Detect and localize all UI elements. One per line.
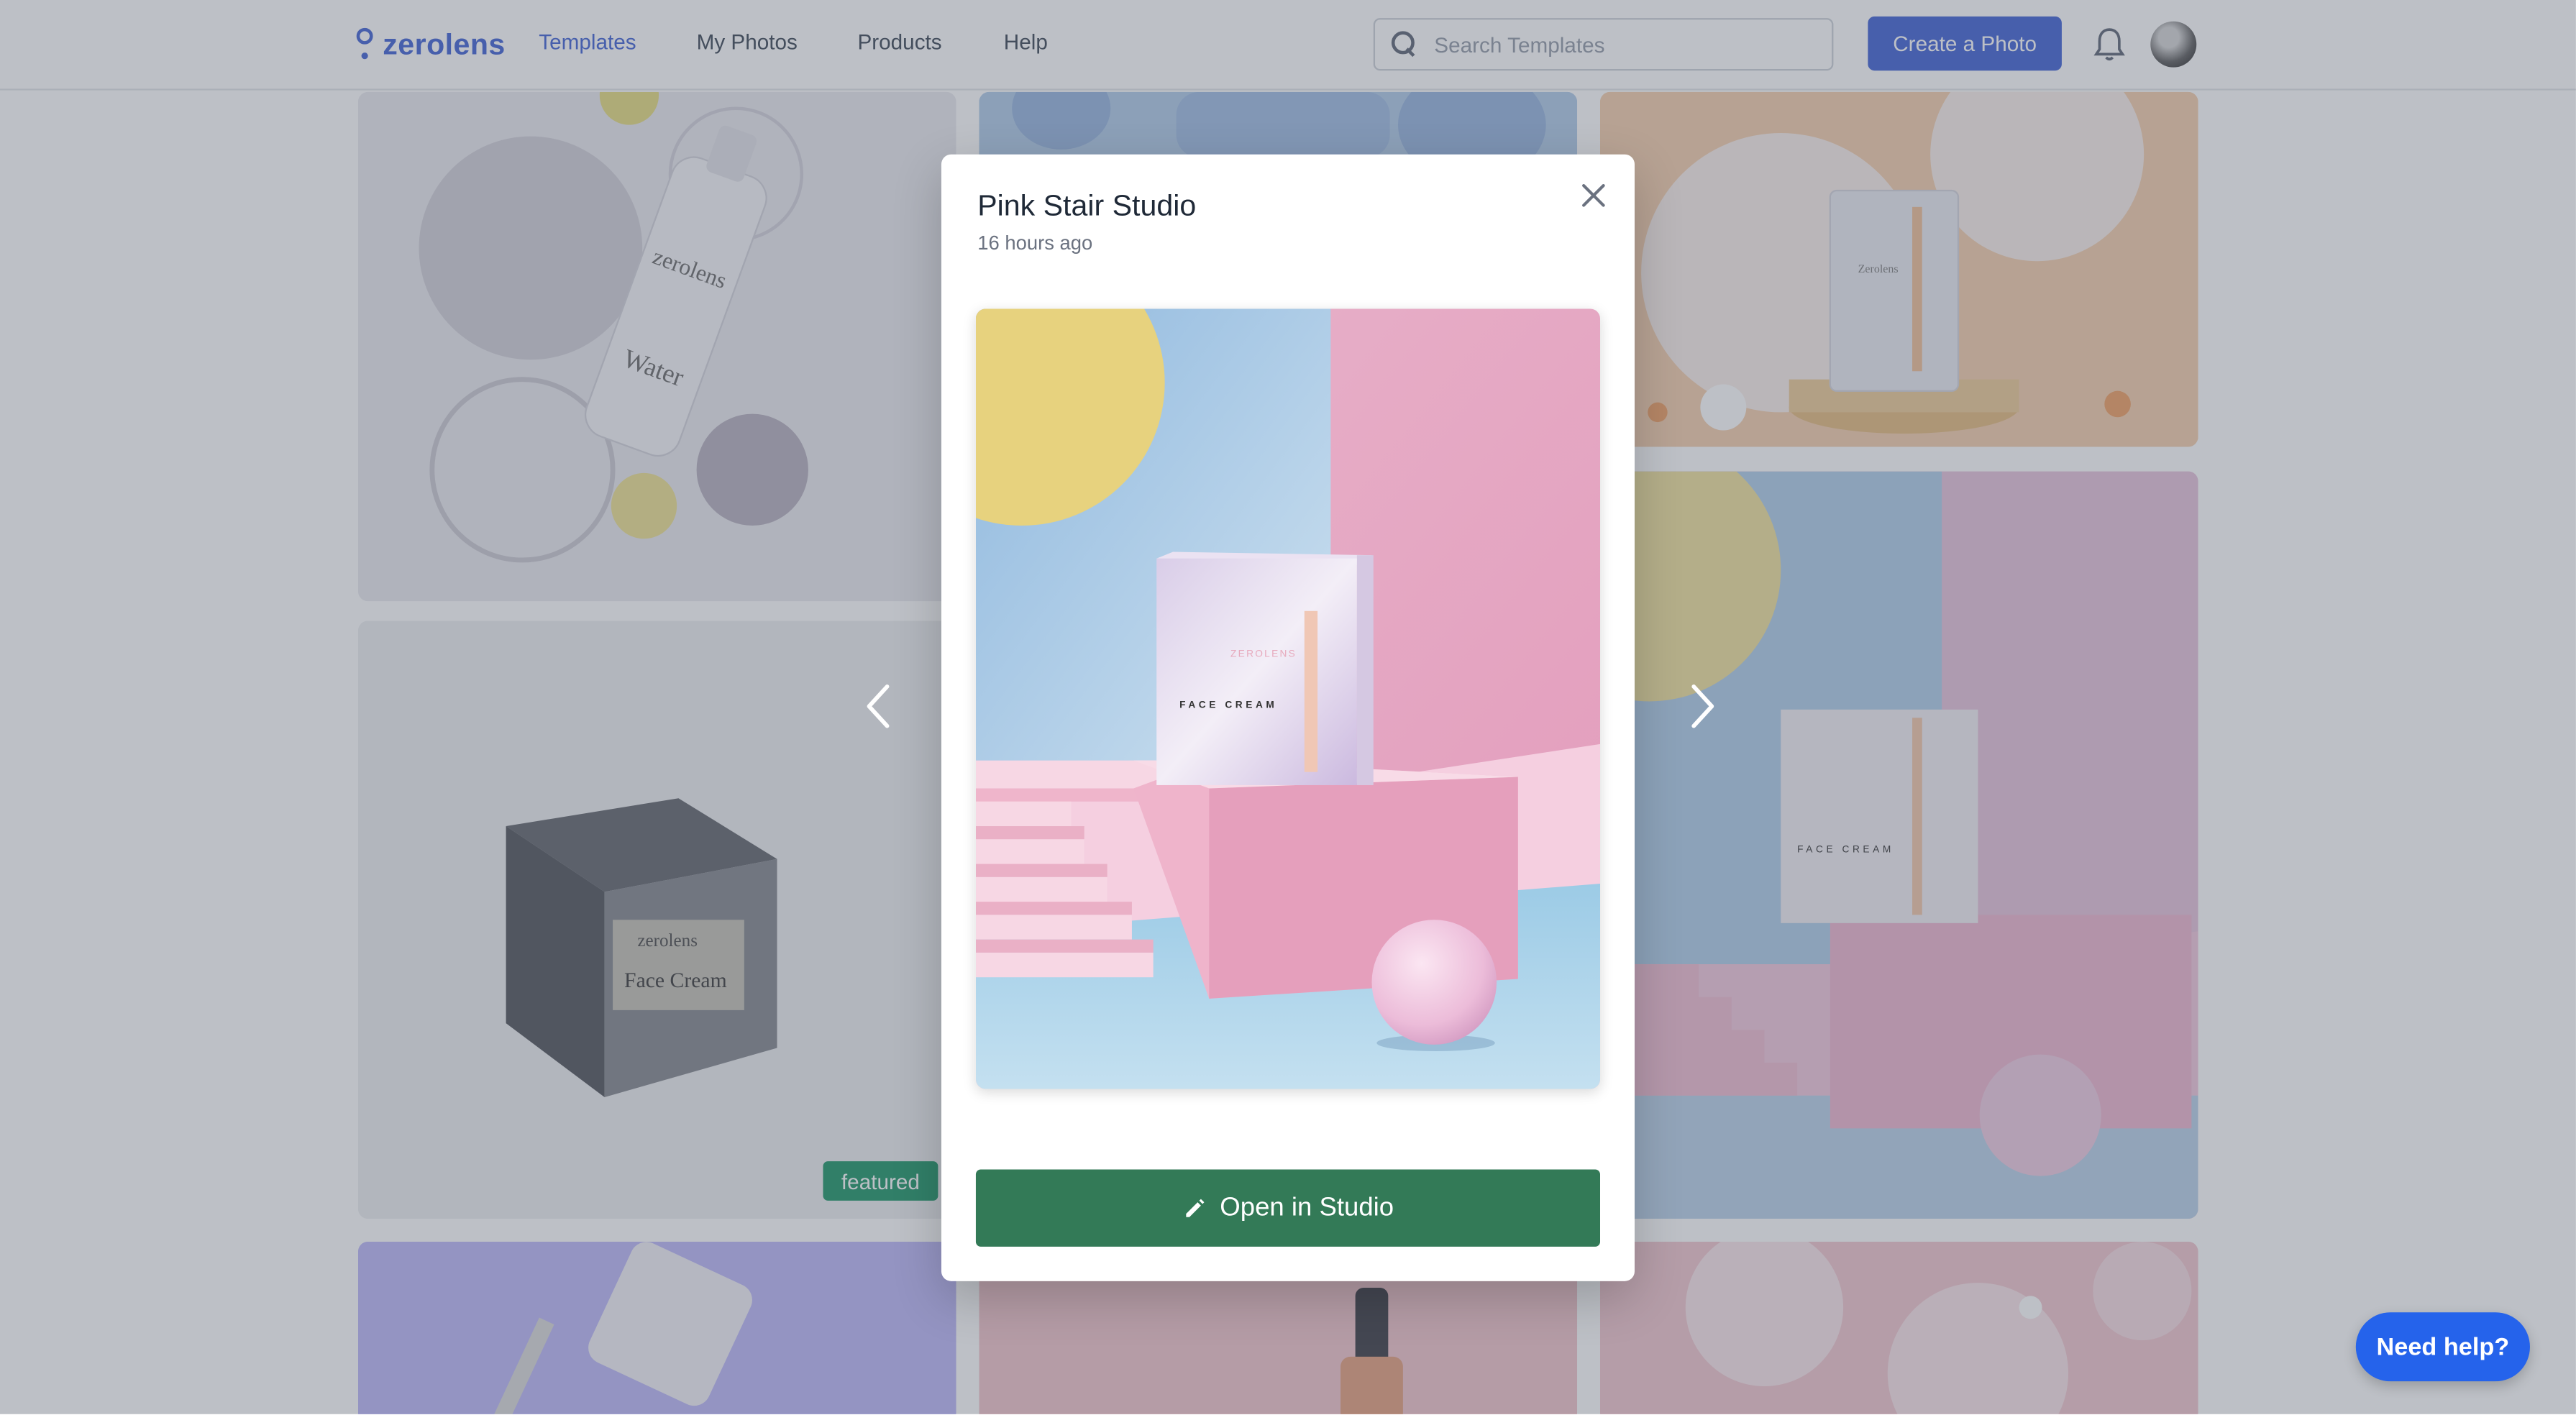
template-preview-image: ZEROLENS FACE CREAM	[975, 308, 1601, 1089]
modal-timestamp: 16 hours ago	[977, 232, 1093, 255]
open-in-studio-button[interactable]: Open in Studio	[975, 1169, 1601, 1247]
close-icon[interactable]	[1579, 180, 1608, 210]
chevron-left-icon[interactable]	[856, 674, 905, 739]
modal-title: Pink Stair Studio	[977, 188, 1197, 222]
open-in-studio-label: Open in Studio	[1220, 1193, 1394, 1222]
app-root: zerolens Templates My Photos Products He…	[0, 0, 2576, 1414]
preview-box-label-text: FACE CREAM	[1179, 700, 1277, 710]
template-preview-modal: Pink Stair Studio 16 hours ago ZEROLENS …	[941, 154, 1635, 1281]
chevron-right-icon[interactable]	[1676, 674, 1725, 739]
need-help-button[interactable]: Need help?	[2355, 1312, 2530, 1382]
preview-box-brand-text: ZEROLENS	[1230, 649, 1297, 659]
pencil-icon	[1185, 1198, 1204, 1217]
